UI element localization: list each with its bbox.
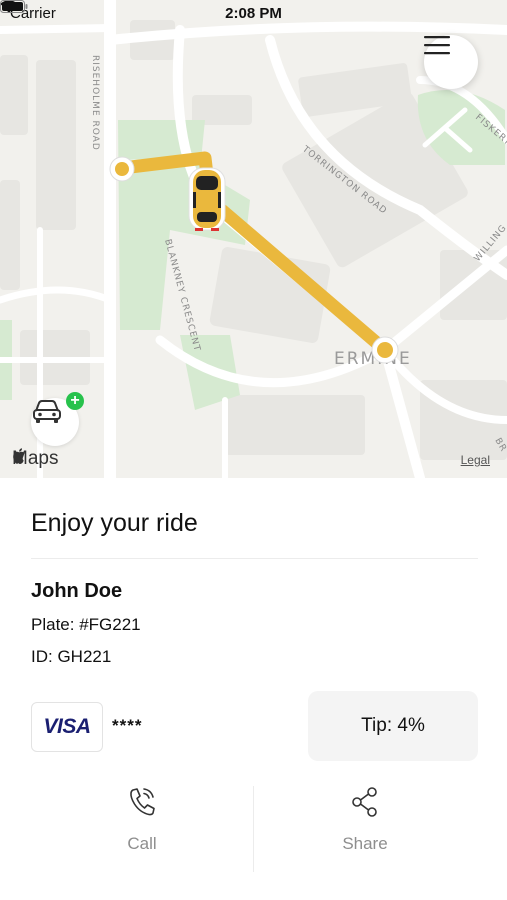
battery-icon (0, 0, 28, 13)
maps-attribution: Maps (12, 448, 58, 470)
ride-sheet: Enjoy your ride John Doe Plate: #FG221 I… (0, 478, 507, 900)
sheet-title: Enjoy your ride (31, 509, 198, 537)
call-button[interactable]: Call (42, 786, 242, 876)
card-number-masked: **** (112, 716, 143, 735)
status-time: 2:08 PM (225, 5, 282, 22)
car-marker (188, 167, 226, 231)
status-bar: Carrier 2:08 PM (0, 0, 507, 28)
share-label: Share (342, 834, 388, 853)
share-button[interactable]: Share (265, 786, 465, 876)
plate-number: Plate: #FG221 (31, 615, 141, 634)
driver-id: ID: GH221 (31, 647, 112, 666)
tip-label: Tip: 4% (361, 715, 425, 736)
tip-button[interactable]: Tip: 4% (308, 691, 478, 761)
divider (31, 558, 478, 559)
phone-icon (130, 788, 155, 816)
car-icon (33, 400, 61, 423)
payment-card[interactable]: VISA (31, 702, 103, 752)
map-view[interactable]: RISEHOLME ROAD TORRINGTON ROAD BLANKNEY … (0, 0, 507, 478)
share-icon (352, 787, 377, 817)
add-car-button[interactable]: + (31, 392, 84, 446)
plus-icon: + (66, 392, 84, 410)
call-label: Call (127, 834, 157, 853)
legal-link[interactable]: Legal (461, 453, 490, 467)
street-label: RISEHOLME ROAD (90, 55, 100, 151)
action-separator (253, 786, 254, 872)
apple-logo-icon (13, 448, 25, 464)
hamburger-menu-icon (424, 36, 450, 55)
driver-name: John Doe (31, 580, 123, 602)
visa-logo: VISA (43, 715, 91, 738)
menu-button[interactable] (424, 35, 478, 89)
